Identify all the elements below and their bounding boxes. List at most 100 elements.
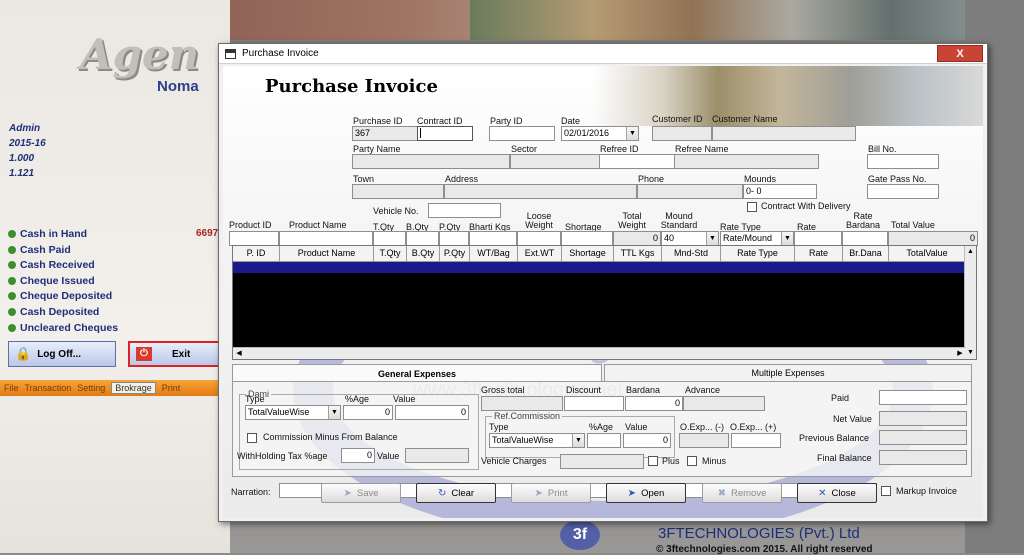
- scroll-up-icon[interactable]: ▲: [965, 246, 976, 258]
- sector-field[interactable]: [510, 154, 600, 169]
- refree-id-field[interactable]: [599, 154, 675, 169]
- previous-balance-field[interactable]: [879, 430, 967, 445]
- plus-checkbox[interactable]: [648, 456, 658, 466]
- bharti-kgs-field[interactable]: [469, 231, 517, 246]
- contract-delivery-checkbox[interactable]: [747, 202, 757, 212]
- customer-name-field[interactable]: [712, 126, 856, 141]
- tab-multiple-expenses[interactable]: Multiple Expenses: [604, 364, 972, 382]
- menu-cash-in-hand[interactable]: Cash in Hand: [8, 228, 87, 240]
- bardana-field[interactable]: 0: [625, 396, 683, 411]
- menu-setting[interactable]: Setting: [77, 383, 105, 393]
- menu-cash-paid[interactable]: Cash Paid: [8, 244, 71, 256]
- paid-field[interactable]: [879, 390, 967, 405]
- gate-pass-field[interactable]: [867, 184, 939, 199]
- window-close-button[interactable]: X: [937, 45, 983, 62]
- table-row[interactable]: [233, 262, 966, 273]
- scroll-left-icon[interactable]: ◀: [233, 348, 245, 359]
- tqty-field[interactable]: [373, 231, 406, 246]
- mound-standard-select[interactable]: 40 ▼: [661, 231, 719, 246]
- grid-col-pid[interactable]: P. ID: [233, 246, 280, 262]
- grid-col-br-dana[interactable]: Br.Dana: [843, 246, 889, 262]
- product-grid[interactable]: P. ID Product Name T.Qty B.Qty P.Qty WT/…: [232, 245, 977, 360]
- menu-uncleared-cheques[interactable]: Uncleared Cheques: [8, 322, 118, 334]
- print-button[interactable]: ➤ Print: [511, 483, 591, 503]
- menu-transaction[interactable]: Transaction: [25, 383, 72, 393]
- vehicle-charges-field[interactable]: [560, 454, 644, 469]
- grid-col-rate[interactable]: Rate: [795, 246, 843, 262]
- product-name-field[interactable]: [279, 231, 373, 246]
- dialog-titlebar[interactable]: Purchase Invoice X: [219, 44, 987, 64]
- contract-id-field[interactable]: [417, 126, 473, 141]
- grid-col-wt-bag[interactable]: WT/Bag: [470, 246, 518, 262]
- discount-field[interactable]: [564, 396, 624, 411]
- commission-minus-checkbox[interactable]: [247, 433, 257, 443]
- vehicle-no-field[interactable]: [428, 203, 501, 218]
- loose-weight-field[interactable]: [517, 231, 561, 246]
- mounds-field[interactable]: 0- 0: [743, 184, 817, 199]
- ref-value-field[interactable]: 0: [623, 433, 671, 448]
- total-value-field[interactable]: 0: [888, 231, 978, 246]
- dami-age-field[interactable]: 0: [343, 405, 393, 420]
- oexp-minus-field[interactable]: [679, 433, 729, 448]
- menu-file[interactable]: File: [4, 383, 19, 393]
- menu-cheque-deposited[interactable]: Cheque Deposited: [8, 290, 112, 302]
- grid-col-mnd-std[interactable]: Mnd-Std: [662, 246, 721, 262]
- menu-print[interactable]: Print: [162, 383, 181, 393]
- net-value-field[interactable]: [879, 411, 967, 426]
- address-field[interactable]: [444, 184, 637, 199]
- refree-name-field[interactable]: [674, 154, 819, 169]
- rate-bardana-field[interactable]: [842, 231, 888, 246]
- menu-cash-deposited[interactable]: Cash Deposited: [8, 306, 99, 318]
- scroll-down-icon[interactable]: ▼: [965, 347, 976, 359]
- advance-field[interactable]: [683, 396, 765, 411]
- gross-total-field[interactable]: [481, 396, 563, 411]
- grid-col-pqty[interactable]: P.Qty: [440, 246, 470, 262]
- scroll-right-icon[interactable]: ▶: [954, 348, 966, 359]
- remove-button[interactable]: ✖ Remove: [702, 483, 782, 503]
- party-name-field[interactable]: [352, 154, 510, 169]
- purchase-id-field[interactable]: 367: [352, 126, 418, 141]
- rate-field[interactable]: [794, 231, 842, 246]
- menu-cheque-issued[interactable]: Cheque Issued: [8, 275, 95, 287]
- grid-vertical-scrollbar[interactable]: ▲ ▼: [964, 246, 976, 359]
- exit-button[interactable]: ⏻ Exit: [128, 341, 220, 367]
- oexp-plus-field[interactable]: [731, 433, 781, 448]
- rate-type-select[interactable]: Rate/Mound ▼: [720, 231, 794, 246]
- product-id-field[interactable]: [229, 231, 279, 246]
- grid-col-total-value[interactable]: TotalValue: [889, 246, 966, 262]
- grid-col-rate-type[interactable]: Rate Type: [721, 246, 795, 262]
- grid-col-bqty[interactable]: B.Qty: [407, 246, 440, 262]
- grid-col-ext-wt[interactable]: Ext.WT: [518, 246, 562, 262]
- phone-field[interactable]: [637, 184, 743, 199]
- markup-invoice-checkbox[interactable]: [881, 486, 891, 496]
- total-weight-field[interactable]: 0: [613, 231, 661, 246]
- save-button[interactable]: ➤ Save: [321, 483, 401, 503]
- open-button[interactable]: ➤ Open: [606, 483, 686, 503]
- grid-col-product-name[interactable]: Product Name: [280, 246, 374, 262]
- bqty-field[interactable]: [406, 231, 439, 246]
- shortage-field[interactable]: [561, 231, 613, 246]
- tab-general-expenses[interactable]: General Expenses: [232, 364, 602, 382]
- withholding-age-field[interactable]: 0: [341, 448, 375, 463]
- grid-col-shortage[interactable]: Shortage: [562, 246, 614, 262]
- grid-horizontal-scrollbar[interactable]: ◀ ▶: [233, 347, 966, 359]
- close-button[interactable]: ✕ Close: [797, 483, 877, 503]
- menu-brokrage[interactable]: Brokrage: [111, 382, 156, 394]
- ref-age-field[interactable]: [587, 433, 621, 448]
- minus-checkbox[interactable]: [687, 456, 697, 466]
- dami-type-select[interactable]: TotalValueWise ▼: [245, 405, 341, 420]
- ref-type-select[interactable]: TotalValueWise ▼: [489, 433, 585, 448]
- date-picker[interactable]: 02/01/2016 ▼: [561, 126, 639, 141]
- pqty-field[interactable]: [439, 231, 469, 246]
- customer-id-field[interactable]: [652, 126, 712, 141]
- logoff-button[interactable]: 🔒 Log Off...: [8, 341, 116, 367]
- clear-button[interactable]: ↻ Clear: [416, 483, 496, 503]
- withholding-value-field[interactable]: [405, 448, 469, 463]
- menu-cash-received[interactable]: Cash Received: [8, 259, 95, 271]
- dami-value-field[interactable]: 0: [395, 405, 469, 420]
- town-field[interactable]: [352, 184, 444, 199]
- bill-no-field[interactable]: [867, 154, 939, 169]
- final-balance-field[interactable]: [879, 450, 967, 465]
- party-id-field[interactable]: [489, 126, 555, 141]
- grid-col-ttl-kgs[interactable]: TTL Kgs: [614, 246, 662, 262]
